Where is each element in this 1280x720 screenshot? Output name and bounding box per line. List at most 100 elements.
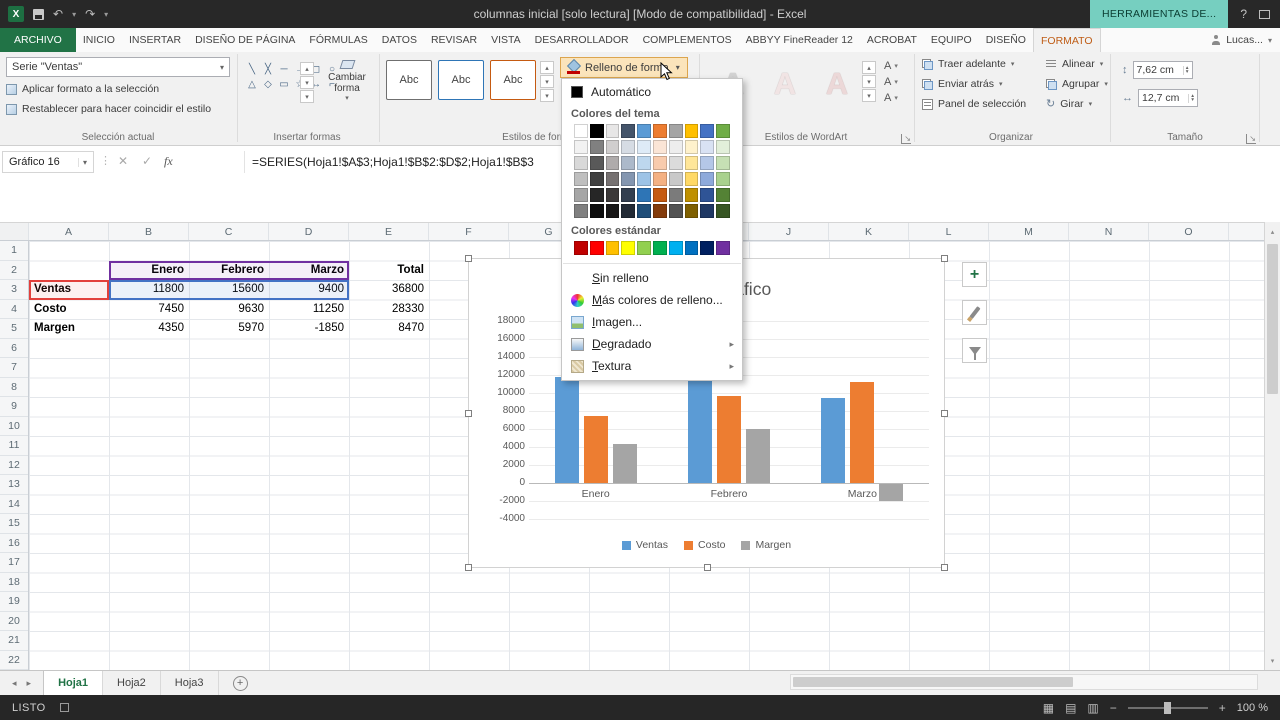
row-header-11[interactable]: 11	[0, 436, 28, 456]
gallery-more-icon[interactable]: ▾	[540, 89, 554, 102]
vertical-scroll-thumb[interactable]	[1267, 244, 1278, 394]
theme-variant-swatch[interactable]	[606, 188, 620, 202]
shape-icon[interactable]: ─	[276, 62, 292, 77]
theme-variant-swatch[interactable]	[685, 204, 699, 218]
legend-item-ventas[interactable]: Ventas	[622, 539, 668, 551]
row-header-19[interactable]: 19	[0, 592, 28, 612]
ribbon-tab-archivo[interactable]: ARCHIVO	[0, 28, 76, 52]
shape-icon[interactable]: △	[244, 77, 260, 92]
resize-handle[interactable]	[941, 410, 948, 417]
page-layout-view-icon[interactable]: ▤	[1065, 701, 1076, 715]
theme-variant-swatch[interactable]	[700, 156, 714, 170]
scroll-down-icon[interactable]: ▾	[1265, 653, 1280, 668]
formula-bar-handle[interactable]: ⋮	[100, 154, 111, 167]
wordart-style-sample-3[interactable]: A	[816, 58, 858, 110]
standard-color-swatch[interactable]	[669, 241, 683, 255]
chart-elements-button[interactable]: +	[962, 262, 987, 287]
column-header-A[interactable]: A	[29, 223, 109, 240]
shape-icon[interactable]: ╳	[260, 62, 276, 77]
row-header-7[interactable]: 7	[0, 358, 28, 378]
row-header-20[interactable]: 20	[0, 612, 28, 632]
column-header-C[interactable]: C	[189, 223, 269, 240]
gallery-up-icon[interactable]: ▴	[862, 61, 876, 74]
row-header-14[interactable]: 14	[0, 495, 28, 515]
menu-item-more-colors[interactable]: Más colores de relleno...	[562, 289, 742, 311]
cell-E2[interactable]: Total	[349, 261, 429, 281]
theme-variant-swatch[interactable]	[653, 188, 667, 202]
ribbon-tab-inicio[interactable]: INICIO	[76, 28, 122, 52]
theme-color-swatch[interactable]	[669, 124, 683, 138]
resize-handle[interactable]	[941, 564, 948, 571]
cell-A4[interactable]: Costo	[29, 300, 109, 320]
theme-variant-swatch[interactable]	[685, 140, 699, 154]
theme-color-swatch[interactable]	[653, 124, 667, 138]
menu-item-texture[interactable]: Textura ▸	[562, 355, 742, 377]
row-header-15[interactable]: 15	[0, 514, 28, 534]
spinner-icons[interactable]: ▴▾	[1188, 94, 1194, 103]
legend-item-costo[interactable]: Costo	[684, 539, 725, 551]
shape-width-field[interactable]: 12,7 cm ▴▾	[1138, 89, 1198, 107]
theme-variant-swatch[interactable]	[590, 188, 604, 202]
standard-color-swatch[interactable]	[637, 241, 651, 255]
standard-color-swatch[interactable]	[653, 241, 667, 255]
sheet-tab-hoja3[interactable]: Hoja3	[161, 671, 219, 695]
zoom-slider[interactable]	[1128, 707, 1208, 709]
save-icon[interactable]	[33, 9, 44, 20]
cell-C4[interactable]: 9630	[189, 300, 269, 320]
column-header-B[interactable]: B	[109, 223, 189, 240]
shape-icon[interactable]: ▭	[276, 77, 292, 92]
bar-costo-febrero[interactable]	[717, 396, 741, 483]
theme-color-swatch[interactable]	[700, 124, 714, 138]
theme-variant-swatch[interactable]	[590, 140, 604, 154]
theme-variant-swatch[interactable]	[606, 204, 620, 218]
spinner-icons[interactable]: ▴▾	[1183, 66, 1189, 75]
ribbon-tab-desarrollador[interactable]: DESARROLLADOR	[528, 28, 636, 52]
ribbon-tab-formato[interactable]: FORMATO	[1033, 28, 1101, 52]
shape-style-sample-3[interactable]: Abc	[490, 60, 536, 100]
horizontal-scroll-thumb[interactable]	[793, 677, 1073, 687]
align-button[interactable]: Alinear ▾	[1046, 58, 1103, 70]
horizontal-scrollbar[interactable]	[790, 674, 1258, 690]
signed-in-user[interactable]: Lucas... ▾	[1211, 28, 1272, 52]
bar-margen-febrero[interactable]	[746, 429, 770, 483]
chart-filters-button[interactable]	[962, 338, 987, 363]
column-header-L[interactable]: L	[909, 223, 989, 240]
column-header-N[interactable]: N	[1069, 223, 1149, 240]
cell-A5[interactable]: Margen	[29, 319, 109, 339]
gallery-up-icon[interactable]: ▴	[300, 62, 314, 75]
theme-variant-swatch[interactable]	[716, 204, 730, 218]
theme-variant-swatch[interactable]	[606, 172, 620, 186]
name-box[interactable]: Gráfico 16 ▾	[2, 151, 94, 173]
row-header-6[interactable]: 6	[0, 339, 28, 359]
row-header-5[interactable]: 5	[0, 319, 28, 339]
theme-variant-swatch[interactable]	[606, 156, 620, 170]
cell-C5[interactable]: 5970	[189, 319, 269, 339]
column-header-F[interactable]: F	[429, 223, 509, 240]
theme-variant-swatch[interactable]	[637, 140, 651, 154]
resize-handle[interactable]	[465, 255, 472, 262]
resize-handle[interactable]	[704, 564, 711, 571]
row-header-1[interactable]: 1	[0, 241, 28, 261]
row-header-13[interactable]: 13	[0, 475, 28, 495]
bar-costo-enero[interactable]	[584, 416, 608, 483]
theme-variant-swatch[interactable]	[700, 188, 714, 202]
gallery-more-icon[interactable]: ▾	[300, 90, 314, 103]
ribbon-tab-revisar[interactable]: REVISAR	[424, 28, 484, 52]
theme-variant-swatch[interactable]	[637, 188, 651, 202]
theme-variant-swatch[interactable]	[606, 140, 620, 154]
theme-variant-swatch[interactable]	[621, 140, 635, 154]
cell-D4[interactable]: 11250	[269, 300, 349, 320]
theme-variant-swatch[interactable]	[685, 172, 699, 186]
theme-variant-swatch[interactable]	[621, 188, 635, 202]
change-shape-button[interactable]: Cambiar forma ▾	[320, 60, 374, 102]
bar-margen-marzo[interactable]	[879, 484, 903, 501]
theme-color-swatch[interactable]	[606, 124, 620, 138]
ribbon-tab-abbyy-finereader-12[interactable]: ABBYY FineReader 12	[739, 28, 860, 52]
column-header-O[interactable]: O	[1149, 223, 1229, 240]
ribbon-tab-acrobat[interactable]: ACROBAT	[860, 28, 924, 52]
bar-margen-enero[interactable]	[613, 444, 637, 483]
theme-variant-swatch[interactable]	[669, 172, 683, 186]
standard-color-swatch[interactable]	[716, 241, 730, 255]
resize-handle[interactable]	[941, 255, 948, 262]
gallery-more-icon[interactable]: ▾	[862, 89, 876, 102]
